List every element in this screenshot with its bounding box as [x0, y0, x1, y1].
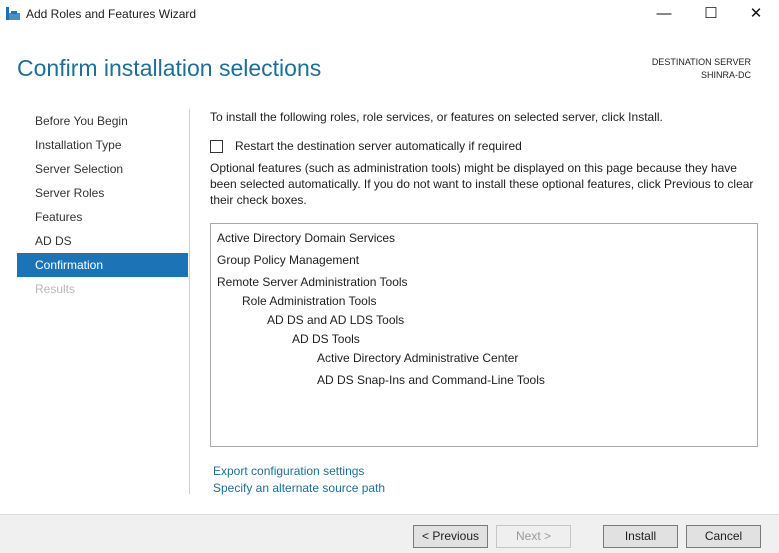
nav-features[interactable]: Features: [17, 205, 188, 229]
nav-server-selection[interactable]: Server Selection: [17, 157, 188, 181]
restart-checkbox[interactable]: Restart the destination server automatic…: [210, 138, 522, 154]
list-item: AD DS and AD LDS Tools: [211, 311, 757, 330]
selection-list: Active Directory Domain Services Group P…: [210, 223, 758, 447]
nav-ad-ds[interactable]: AD DS: [17, 229, 188, 253]
previous-button[interactable]: < Previous: [413, 525, 488, 548]
nav-installation-type[interactable]: Installation Type: [17, 133, 188, 157]
install-button[interactable]: Install: [603, 525, 678, 548]
intro-text: To install the following roles, role ser…: [210, 109, 663, 125]
divider: [189, 109, 190, 494]
list-item: Active Directory Domain Services: [211, 229, 757, 248]
next-button: Next >: [496, 525, 571, 548]
close-button[interactable]: ✕: [733, 0, 779, 30]
destination-label: DESTINATION SERVER: [652, 56, 751, 69]
minimize-button[interactable]: —: [641, 0, 687, 30]
page-title: Confirm installation selections: [17, 55, 321, 82]
destination-server-name: SHINRA-DC: [652, 69, 751, 82]
list-item: AD DS Tools: [211, 330, 757, 349]
maximize-button[interactable]: ☐: [688, 0, 734, 30]
cancel-button[interactable]: Cancel: [686, 525, 761, 548]
wizard-nav: Before You Begin Installation Type Serve…: [17, 109, 188, 301]
links: Export configuration settings Specify an…: [213, 463, 385, 497]
list-item: Group Policy Management: [211, 251, 757, 270]
list-item: AD DS Snap-Ins and Command-Line Tools: [211, 371, 757, 390]
list-item: Remote Server Administration Tools: [211, 273, 757, 292]
title-bar: Add Roles and Features Wizard — ☐ ✕: [0, 0, 779, 30]
nav-results: Results: [17, 277, 188, 301]
nav-confirmation[interactable]: Confirmation: [17, 253, 188, 277]
list-item: Role Administration Tools: [211, 292, 757, 311]
destination-server: DESTINATION SERVER SHINRA-DC: [652, 56, 751, 82]
checkbox-box[interactable]: [210, 140, 223, 153]
export-config-link[interactable]: Export configuration settings: [213, 463, 385, 480]
nav-server-roles[interactable]: Server Roles: [17, 181, 188, 205]
optional-features-text: Optional features (such as administratio…: [210, 160, 760, 208]
restart-label: Restart the destination server automatic…: [235, 138, 522, 154]
alternate-source-link[interactable]: Specify an alternate source path: [213, 480, 385, 497]
list-item: Active Directory Administrative Center: [211, 349, 757, 368]
window-title: Add Roles and Features Wizard: [26, 7, 196, 21]
button-bar: < Previous Next > Install Cancel: [0, 514, 779, 553]
nav-before-you-begin[interactable]: Before You Begin: [17, 109, 188, 133]
server-manager-icon: [6, 7, 20, 20]
